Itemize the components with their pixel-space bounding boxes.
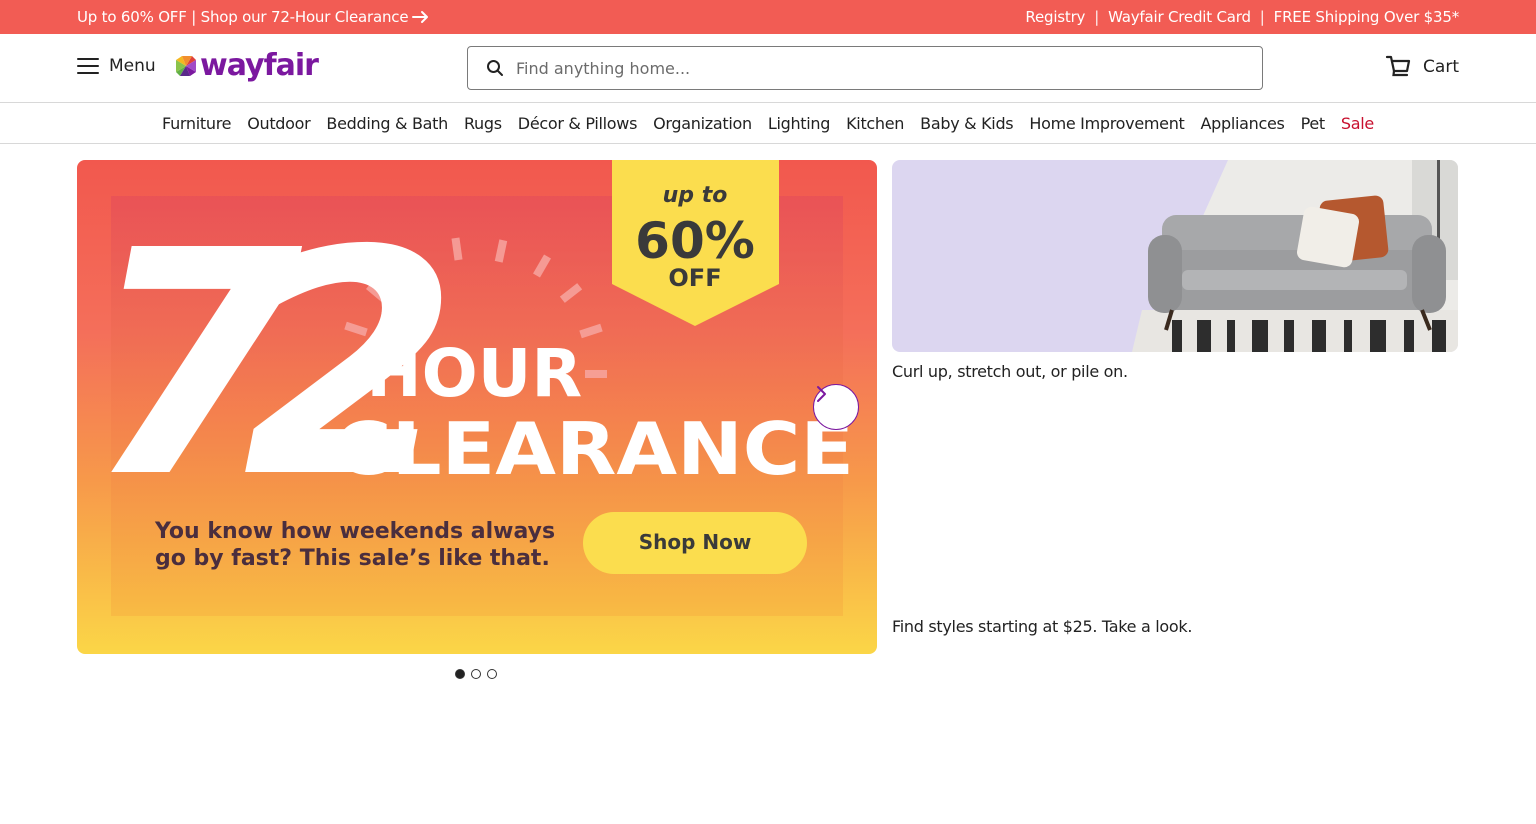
promo-text: Up to 60% OFF | Shop our 72-Hour Clearan… xyxy=(77,8,409,26)
registry-link[interactable]: Registry xyxy=(1025,8,1085,26)
menu-button[interactable]: Menu xyxy=(77,56,156,76)
promo-bar: Up to 60% OFF | Shop our 72-Hour Clearan… xyxy=(0,0,1536,34)
rug xyxy=(1132,310,1458,352)
site-header: Menu wayfair Cart xyxy=(0,34,1536,103)
nav-sale[interactable]: Sale xyxy=(1333,114,1382,133)
hero-body-1: You know how weekends always xyxy=(154,519,555,544)
hero-headline-2: CLEARANCE xyxy=(334,407,854,491)
menu-label: Menu xyxy=(109,56,156,76)
nav-kitchen[interactable]: Kitchen xyxy=(838,114,912,133)
promo-links: Registry | Wayfair Credit Card | FREE Sh… xyxy=(1025,8,1459,26)
hero-banner[interactable]: 72 -HOUR CLEARANCE up to 60% OFF You kno… xyxy=(77,160,877,654)
sofa xyxy=(1148,195,1446,331)
sofa-promo-caption[interactable]: Curl up, stretch out, or pile on. xyxy=(892,362,1128,381)
nav-baby-kids[interactable]: Baby & Kids xyxy=(912,114,1021,133)
hero-artwork: 72 -HOUR CLEARANCE up to 60% OFF You kno… xyxy=(87,160,854,616)
badge-text-2: 60% xyxy=(635,212,755,270)
free-shipping-link[interactable]: FREE Shipping Over $35* xyxy=(1274,8,1460,26)
styles-promo-caption[interactable]: Find styles starting at $25. Take a look… xyxy=(892,617,1192,636)
clearance-promo-link[interactable]: Up to 60% OFF | Shop our 72-Hour Clearan… xyxy=(77,8,430,26)
nav-decor-pillows[interactable]: Décor & Pillows xyxy=(510,114,645,133)
nav-outdoor[interactable]: Outdoor xyxy=(239,114,318,133)
badge-text-1: up to xyxy=(663,183,728,208)
logo-pinwheel-icon xyxy=(176,55,196,76)
category-nav: Furniture Outdoor Bedding & Bath Rugs Dé… xyxy=(0,103,1536,144)
sofa-illustration xyxy=(1132,160,1458,352)
cart-icon xyxy=(1385,55,1411,77)
carousel-dot-2[interactable] xyxy=(471,669,481,679)
hero-headline-1: -HOUR xyxy=(339,335,582,412)
nav-organization[interactable]: Organization xyxy=(645,114,760,133)
nav-appliances[interactable]: Appliances xyxy=(1193,114,1293,133)
chevron-right-icon xyxy=(817,386,826,402)
nav-bedding-bath[interactable]: Bedding & Bath xyxy=(318,114,456,133)
carousel-dots xyxy=(455,669,497,679)
nav-pet[interactable]: Pet xyxy=(1293,114,1333,133)
nav-lighting[interactable]: Lighting xyxy=(760,114,838,133)
search-input[interactable] xyxy=(516,58,1216,78)
separator: | xyxy=(1094,8,1100,26)
nav-furniture[interactable]: Furniture xyxy=(154,114,239,133)
wayfair-logo[interactable]: wayfair xyxy=(174,48,319,83)
cart-label: Cart xyxy=(1423,57,1459,77)
search-bar xyxy=(467,46,1263,90)
nav-rugs[interactable]: Rugs xyxy=(456,114,510,133)
hamburger-icon xyxy=(77,58,99,74)
badge-text-3: OFF xyxy=(668,264,721,292)
sofa-promo-image[interactable] xyxy=(892,160,1458,352)
cart-button[interactable]: Cart xyxy=(1385,54,1459,80)
carousel-next-button[interactable] xyxy=(813,384,859,430)
arrow-right-icon xyxy=(412,11,429,23)
hero-body-2: go by fast? This sale’s like that. xyxy=(155,546,550,571)
carousel-dot-3[interactable] xyxy=(487,669,497,679)
separator: | xyxy=(1259,8,1265,26)
carousel-dot-1[interactable] xyxy=(455,669,465,679)
logo-wordmark: wayfair xyxy=(200,48,319,83)
search-icon xyxy=(487,60,503,76)
shop-now-label: Shop Now xyxy=(639,530,752,554)
nav-home-improvement[interactable]: Home Improvement xyxy=(1021,114,1192,133)
credit-card-link[interactable]: Wayfair Credit Card xyxy=(1108,8,1251,26)
